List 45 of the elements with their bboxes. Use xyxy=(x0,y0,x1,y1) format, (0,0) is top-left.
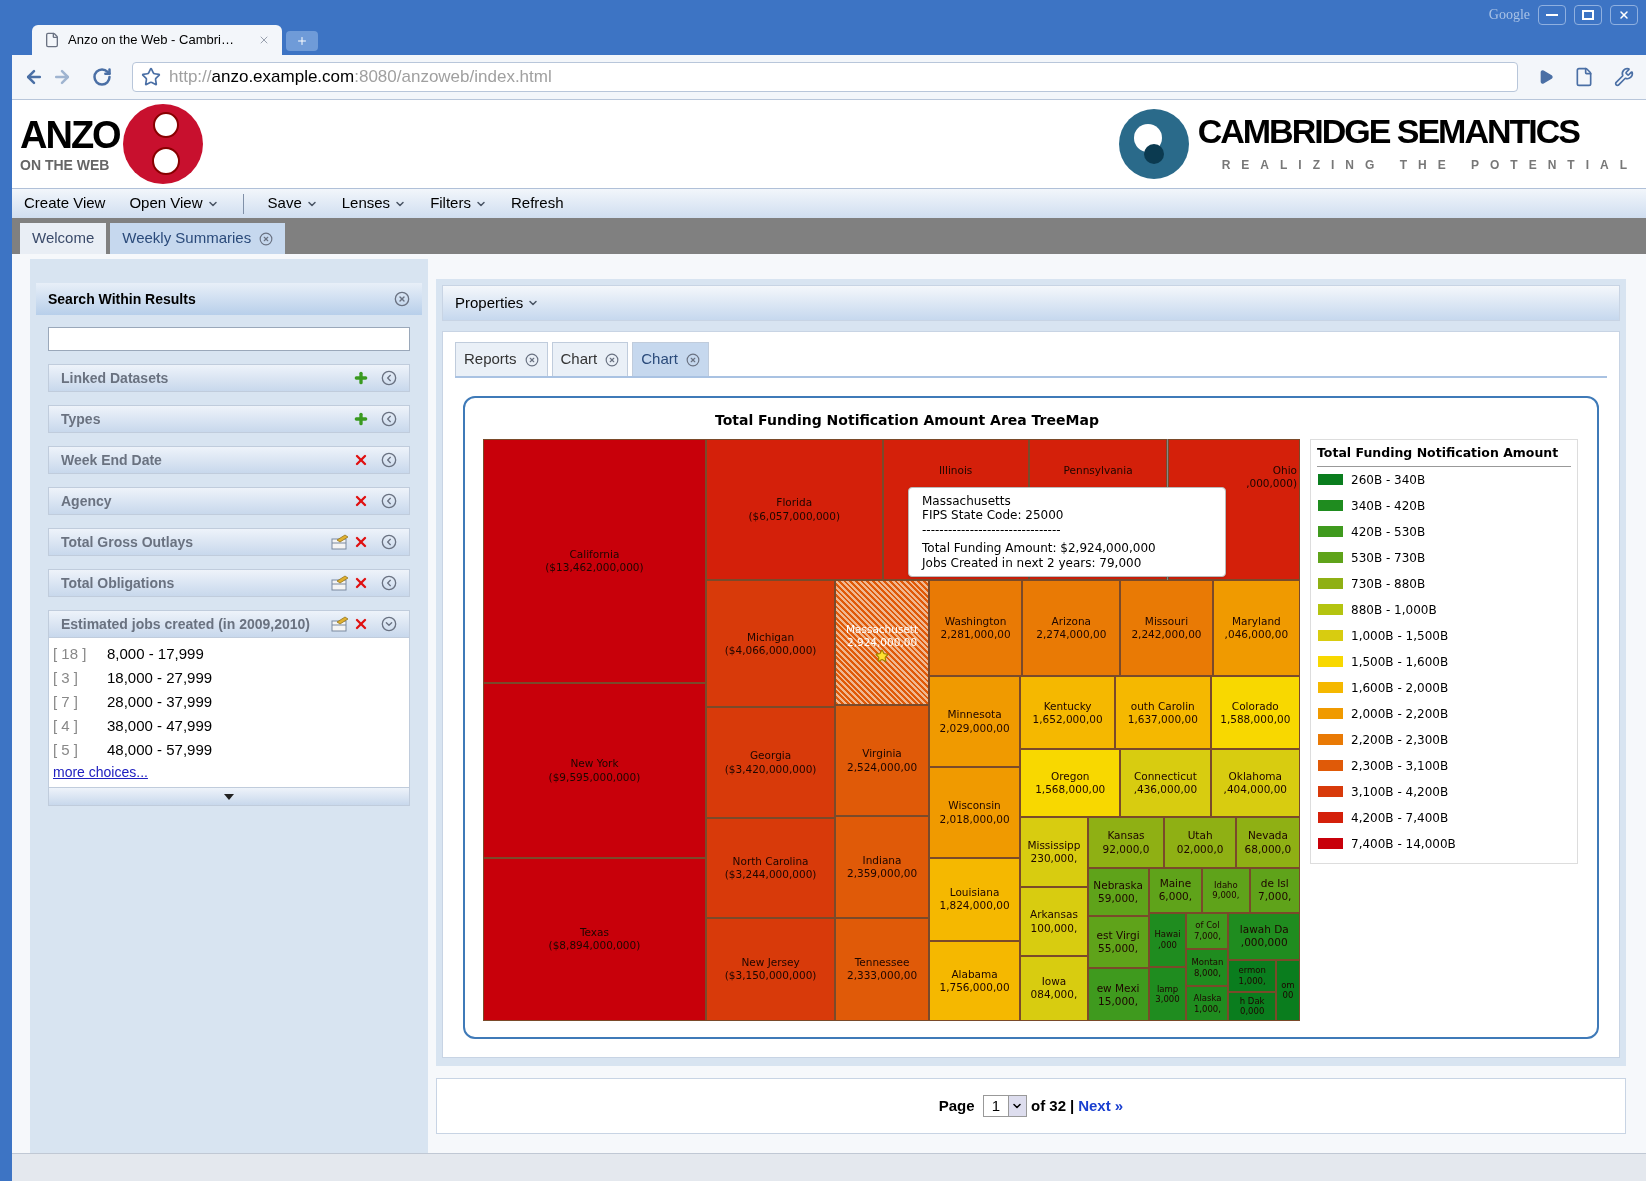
legend-label: 1,600B - 2,000B xyxy=(1351,679,1449,697)
tooltip-line: -------------------------------- xyxy=(922,522,1062,538)
legend-title: Total Funding Notification Amount xyxy=(1317,444,1571,467)
facet-label: Estimated jobs created (in 2009,2010) xyxy=(61,614,311,634)
legend-label: 730B - 880B xyxy=(1351,575,1426,593)
legend-label: 2,000B - 2,200B xyxy=(1351,705,1449,723)
tab-title: Anzo on the Web - Cambri… xyxy=(68,31,234,50)
legend-label: 2,200B - 2,300B xyxy=(1351,731,1449,749)
choice-count: [ 18 ] xyxy=(53,643,88,664)
choice-count: [ 4 ] xyxy=(53,715,79,736)
logo-word: ANZO xyxy=(20,116,120,154)
legend-label: 1,000B - 1,500B xyxy=(1351,627,1449,645)
facet-label: Types xyxy=(61,409,102,429)
page-label: Page xyxy=(938,1095,975,1116)
url-text: http://anzo.example.com:8080/anzoweb/index.html xyxy=(169,66,552,89)
choice-count: [ 3 ] xyxy=(53,667,79,688)
legend-label: 530B - 730B xyxy=(1351,549,1426,567)
facet-label: Agency xyxy=(61,491,113,511)
separator: | xyxy=(1070,1095,1075,1116)
legend-label: 4,200B - 7,400B xyxy=(1351,809,1449,827)
facet-label: Total Gross Outlays xyxy=(61,532,194,552)
google-label: Google xyxy=(1488,6,1530,24)
tooltip-line: Total Funding Amount: $2,924,000,000 xyxy=(922,541,1157,556)
brand-name: CAMBRIDGE SEMANTICS xyxy=(1197,114,1581,148)
legend-label: 260B - 340B xyxy=(1351,471,1426,489)
legend-label: 1,500B - 1,600B xyxy=(1351,653,1449,671)
tooltip-line: FIPS State Code: 25000 xyxy=(922,508,1065,523)
panel-title: Search Within Results xyxy=(48,289,196,309)
brand-tagline: REALIZING THE POTENTIAL xyxy=(1220,157,1638,174)
page-count: of 32 xyxy=(1030,1095,1066,1116)
tooltip-line: Massachusetts xyxy=(922,494,1012,509)
facet-label: Total Obligations xyxy=(61,573,176,593)
facet-label: Week End Date xyxy=(61,450,163,470)
legend-label: 7,400B - 14,000B xyxy=(1351,835,1456,853)
chart-title: Total Funding Notification Amount Area TreeMap xyxy=(715,411,1100,430)
choice-count: [ 7 ] xyxy=(53,691,79,712)
legend-label: 2,300B - 3,100B xyxy=(1351,757,1449,775)
legend-label: 880B - 1,000B xyxy=(1351,601,1437,619)
legend-label: 420B - 530B xyxy=(1351,523,1426,541)
legend-label: 3,100B - 4,200B xyxy=(1351,783,1449,801)
facet-label: Linked Datasets xyxy=(61,368,170,388)
tooltip-line: Jobs Created in next 2 years: 79,000 xyxy=(922,555,1143,570)
legend-label: 340B - 420B xyxy=(1351,497,1426,515)
logo-subtitle: ON THE WEB xyxy=(20,158,111,172)
choice-count: [ 5 ] xyxy=(53,739,79,760)
